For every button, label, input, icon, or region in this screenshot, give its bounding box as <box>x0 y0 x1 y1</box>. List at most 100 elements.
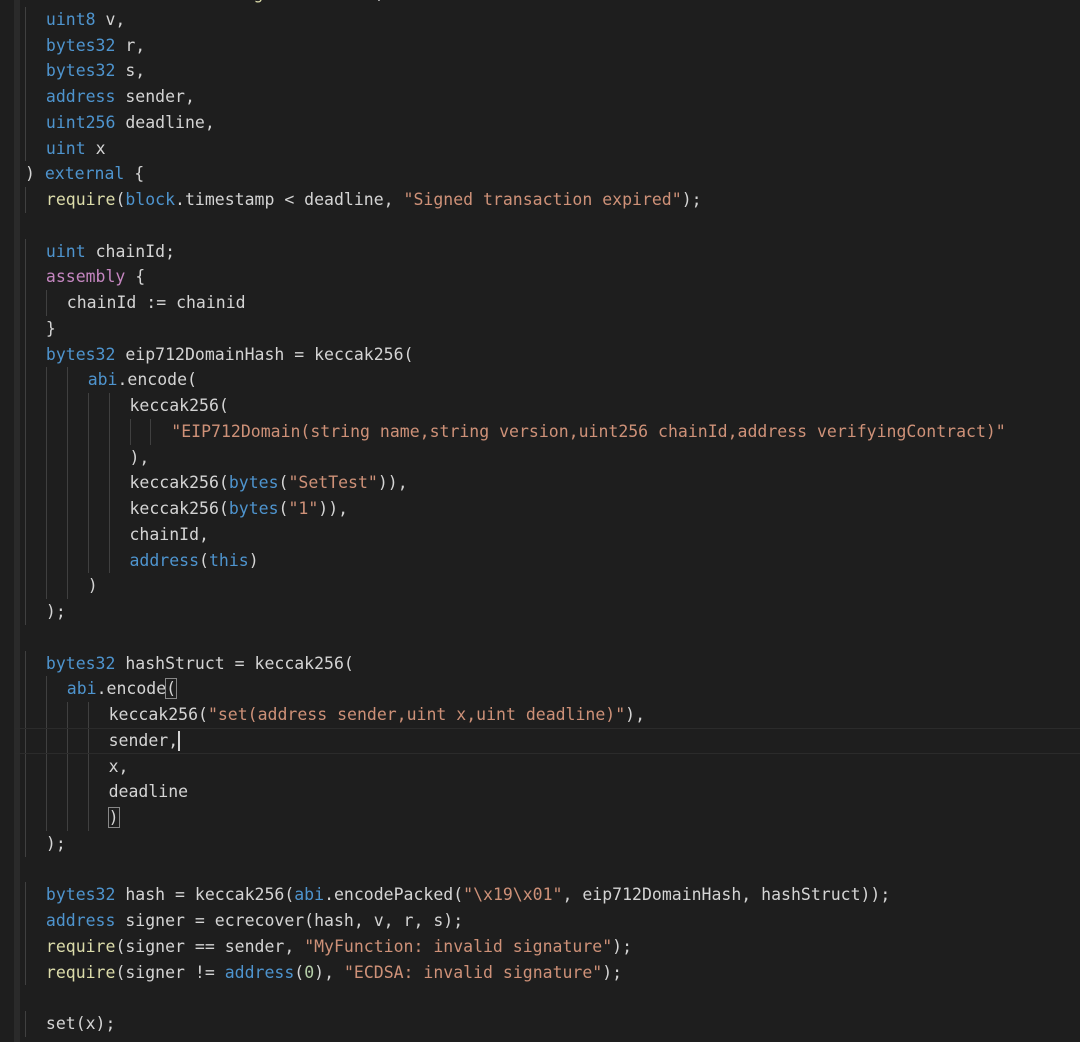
indent-guide <box>66 779 68 805</box>
indent-guide <box>45 727 47 754</box>
code-token: chainId, <box>129 524 209 544</box>
code-token: { <box>125 267 146 287</box>
code-line[interactable]: address(this) <box>25 547 1080 574</box>
code-line-text: require(block.timestamp < deadline, "Sig… <box>46 190 702 209</box>
code-line[interactable] <box>25 985 1080 1011</box>
code-line[interactable]: ), <box>25 444 1080 471</box>
code-line[interactable]: bytes32 hash = keccak256(abi.encodePacke… <box>25 882 1080 908</box>
code-line-text: abi.encode( <box>66 678 178 700</box>
indent-guide <box>25 805 26 831</box>
indent-guide <box>45 702 47 728</box>
indent-guide <box>25 470 26 496</box>
code-line[interactable]: chainId := chainid <box>25 290 1080 316</box>
code-line[interactable]: ) external { <box>25 161 1080 187</box>
indent-guide <box>129 418 131 445</box>
code-line[interactable]: require(signer == sender, "MyFunction: i… <box>25 933 1080 960</box>
code-line[interactable]: require(signer != address(0), "ECDSA: in… <box>25 959 1080 986</box>
code-token: "\x19\x01" <box>463 885 563 905</box>
code-line[interactable]: keccak256(bytes("SetTest")), <box>25 470 1080 496</box>
code-token: eip712DomainHash = keccak256( <box>115 344 414 364</box>
code-line[interactable]: abi.encode( <box>25 676 1080 702</box>
code-line[interactable] <box>25 213 1080 239</box>
code-line[interactable]: ) <box>25 573 1080 599</box>
code-line[interactable]: ) <box>25 805 1080 831</box>
code-line[interactable]: address sender, <box>25 84 1080 110</box>
code-token: bytes <box>228 473 279 493</box>
indent-guide <box>25 702 26 728</box>
code-line[interactable]: assembly { <box>25 264 1080 290</box>
indent-guide <box>45 367 47 393</box>
code-area[interactable]: function executeSetIfSignatureMatch( uint… <box>15 0 1080 1037</box>
code-line[interactable]: deadline <box>25 779 1080 805</box>
code-line[interactable]: ); <box>25 830 1080 857</box>
code-line-text: abi.encode( <box>88 370 197 389</box>
code-line[interactable]: abi.encode( <box>25 367 1080 393</box>
code-token: uint <box>45 138 86 158</box>
code-line[interactable]: bytes32 r, <box>25 32 1080 59</box>
code-line[interactable]: sender, <box>15 727 1080 754</box>
indent-guide <box>87 779 89 805</box>
code-line[interactable]: keccak256("set(address sender,uint x,uin… <box>25 702 1080 728</box>
indent-guide <box>25 264 26 290</box>
code-line-text: keccak256( <box>130 396 229 415</box>
indent-guide <box>87 444 89 471</box>
matched-bracket: ) <box>107 807 120 828</box>
indent-guide <box>45 753 47 780</box>
code-line[interactable]: uint8 v, <box>25 6 1080 33</box>
indent-guide <box>108 470 110 496</box>
code-line-text: set(x); <box>46 1014 116 1033</box>
code-token: abi <box>66 679 97 699</box>
code-line-text: deadline <box>109 782 188 801</box>
code-line[interactable]: function executeSetIfSignatureMatch( <box>25 0 1080 7</box>
code-line[interactable]: chainId, <box>25 521 1080 548</box>
indent-guide <box>45 393 47 419</box>
code-token: require <box>45 962 116 982</box>
indent-guide <box>25 238 26 265</box>
code-line[interactable]: bytes32 hashStruct = keccak256( <box>25 650 1080 677</box>
indent-guide <box>25 393 26 419</box>
indent-guide <box>45 470 47 496</box>
indent-guide <box>66 547 68 574</box>
code-token: r, <box>115 35 146 55</box>
indent-guide <box>25 882 26 908</box>
code-token: keccak256( <box>129 499 229 518</box>
indent-guide <box>25 753 26 780</box>
code-line[interactable]: keccak256( <box>25 393 1080 419</box>
code-line[interactable]: require(block.timestamp < deadline, "Sig… <box>25 187 1080 213</box>
code-line-text: "EIP712Domain(string name,string version… <box>171 422 1005 441</box>
code-token: deadline <box>108 782 189 802</box>
indent-guide <box>66 470 68 496</box>
code-line[interactable]: x, <box>25 753 1080 780</box>
code-line[interactable] <box>25 857 1080 883</box>
code-line-text: keccak256(bytes("SetTest")), <box>130 473 408 492</box>
code-line[interactable]: bytes32 eip712DomainHash = keccak256( <box>25 341 1080 368</box>
editor-gutter <box>14 0 20 1042</box>
indent-guide <box>25 573 26 599</box>
code-line[interactable]: "EIP712Domain(string name,string version… <box>25 418 1080 445</box>
code-line[interactable]: uint x <box>25 135 1080 162</box>
indent-guide <box>87 702 89 728</box>
indent-guide <box>45 521 47 548</box>
code-line[interactable]: address signer = ecrecover(hash, v, r, s… <box>25 908 1080 934</box>
code-line[interactable]: uint chainId; <box>25 238 1080 265</box>
code-line[interactable]: } <box>25 315 1080 342</box>
code-line-text: bytes32 r, <box>46 36 145 55</box>
code-token: "ECDSA: invalid signature" <box>343 962 603 982</box>
code-editor[interactable]: function executeSetIfSignatureMatch( uint… <box>0 0 1080 1042</box>
code-line-text: uint8 v, <box>46 10 125 29</box>
indent-guide <box>25 933 26 960</box>
code-token: uint256 <box>45 112 116 132</box>
code-line[interactable] <box>25 625 1080 651</box>
code-token: s, <box>115 61 146 81</box>
indent-guide <box>87 496 89 522</box>
code-token: this <box>208 550 249 570</box>
code-line[interactable]: ); <box>25 599 1080 625</box>
code-line[interactable]: bytes32 s, <box>25 58 1080 84</box>
code-token: x <box>85 138 106 158</box>
code-line[interactable]: set(x); <box>25 1011 1080 1037</box>
indent-guide <box>87 727 89 754</box>
indent-guide <box>66 367 68 393</box>
code-line[interactable]: keccak256(bytes("1")), <box>25 496 1080 522</box>
code-line[interactable]: uint256 deadline, <box>25 109 1080 136</box>
indent-guide <box>25 418 26 445</box>
